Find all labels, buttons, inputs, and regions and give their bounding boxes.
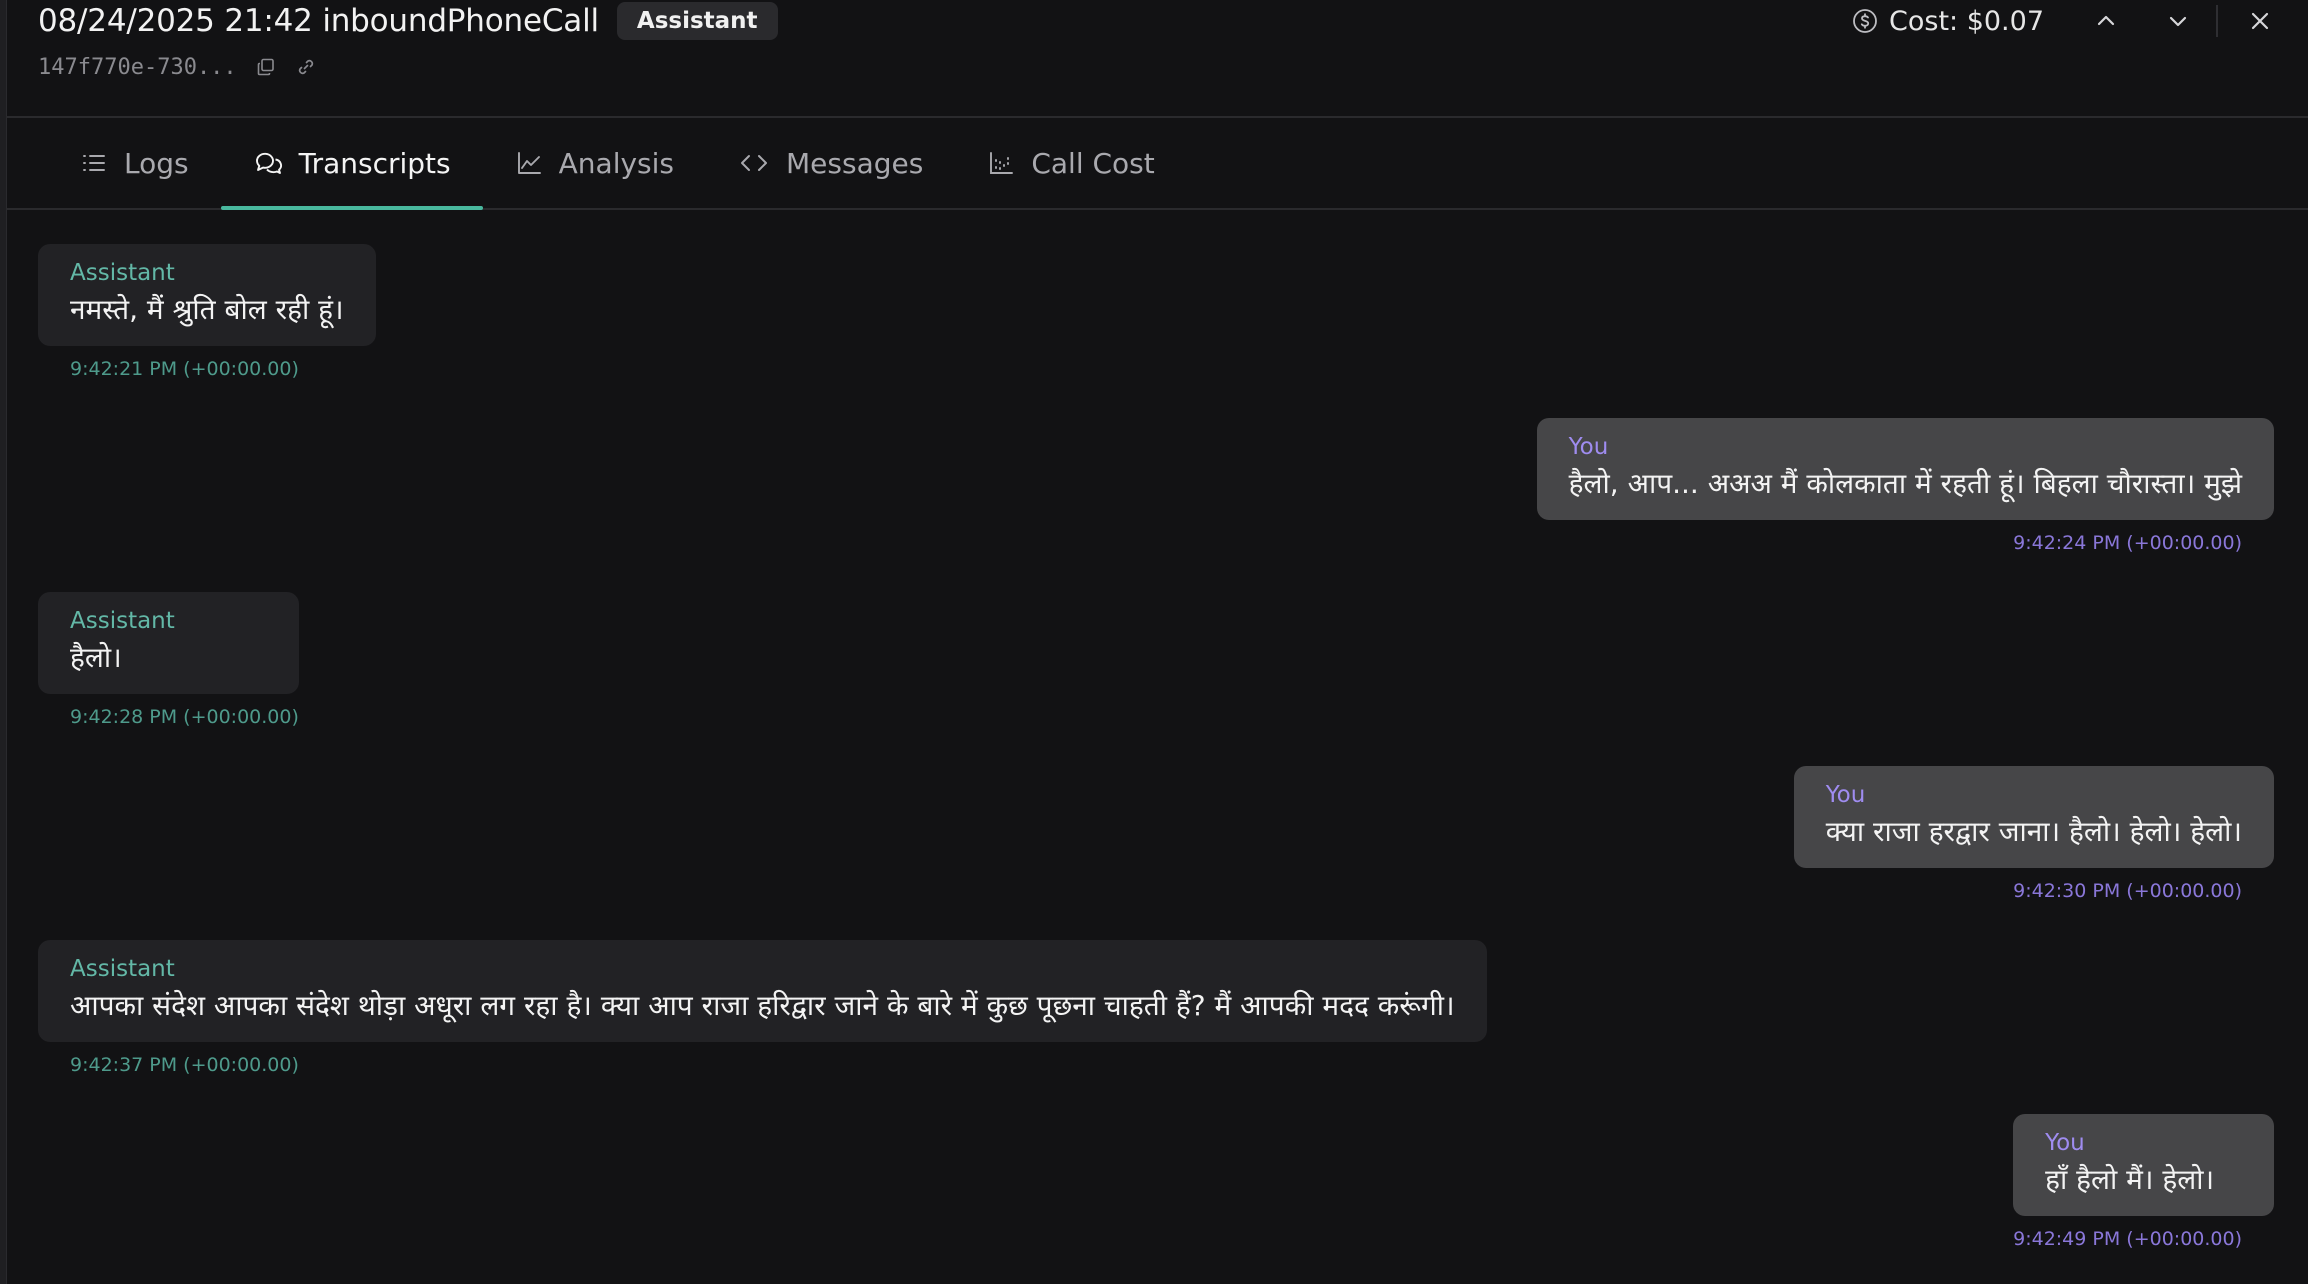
tab-label: Transcripts: [298, 146, 451, 180]
tab-analysis[interactable]: Analysis: [483, 118, 706, 208]
message-text: नमस्ते, मैं श्रुति बोल रही हूं।: [70, 293, 344, 326]
tab-label: Analysis: [558, 146, 675, 180]
tab-messages[interactable]: Messages: [706, 118, 955, 208]
chart-scatter-icon: [990, 152, 1014, 174]
chart-line-icon: [517, 152, 541, 174]
tab-label: Logs: [124, 146, 189, 180]
speaker-label: You: [1825, 782, 1866, 808]
message-text: आपका संदेश आपका संदेश थोड़ा अधूरा लग रहा…: [70, 989, 1455, 1022]
tab-call-cost[interactable]: Call Cost: [955, 118, 1186, 208]
transcript-message: You हैलो, आप... अअअ मैं कोलकाता में रहती…: [1536, 418, 2274, 554]
call-header: 08/24/2025 21:42 inboundPhoneCall Assist…: [6, 0, 2308, 118]
message-bubble: Assistant हैलो।: [38, 592, 299, 694]
close-icon: [2251, 12, 2269, 30]
chevron-up-icon: [2097, 15, 2115, 26]
role-badge: Assistant: [616, 2, 778, 40]
call-detail-panel: 08/24/2025 21:42 inboundPhoneCall Assist…: [0, 0, 2308, 1284]
message-timestamp: 9:42:49 PM (+00:00.00): [2013, 1228, 2242, 1250]
call-id-row: 147f770e-730...: [38, 52, 317, 82]
header-actions: Cost: $0.07: [1851, 0, 2308, 42]
speaker-label: Assistant: [70, 260, 175, 286]
message-timestamp: 9:42:37 PM (+00:00.00): [70, 1054, 299, 1076]
link-icon[interactable]: [295, 56, 317, 78]
message-bubble: You हाँ हैलो मैं। हेलो।: [2013, 1114, 2274, 1216]
list-icon: [83, 155, 105, 171]
message-bubble: Assistant नमस्ते, मैं श्रुति बोल रही हूं…: [38, 244, 376, 346]
call-title: 08/24/2025 21:42 inboundPhoneCall: [38, 3, 599, 39]
message-bubble: Assistant आपका संदेश आपका संदेश थोड़ा अध…: [38, 940, 1487, 1042]
cost-value: Cost: $0.07: [1889, 5, 2044, 37]
header-divider: [2216, 5, 2218, 37]
speaker-label: You: [2045, 1130, 2085, 1156]
message-text: हाँ हैलो मैं। हेलो।: [2045, 1163, 2215, 1196]
dollar-circle-icon: [1853, 9, 1877, 33]
speaker-label: Assistant: [70, 608, 175, 634]
tab-logs[interactable]: Logs: [48, 118, 221, 208]
message-text: हैलो।: [70, 641, 122, 674]
call-id: 147f770e-730...: [38, 54, 237, 80]
speaker-label: You: [1568, 434, 1609, 460]
transcript-message: Assistant नमस्ते, मैं श्रुति बोल रही हूं…: [38, 244, 376, 380]
tab-label: Messages: [786, 146, 924, 180]
transcript-message: You हाँ हैलो मैं। हेलो। 9:42:49 PM (+00:…: [2013, 1114, 2274, 1250]
next-call-button[interactable]: [2150, 0, 2206, 42]
chat-icon: [255, 152, 282, 174]
transcript-message: Assistant आपका संदेश आपका संदेश थोड़ा अध…: [38, 940, 1487, 1076]
message-timestamp: 9:42:30 PM (+00:00.00): [2013, 880, 2242, 902]
previous-call-button[interactable]: [2078, 0, 2134, 42]
tab-label: Call Cost: [1031, 146, 1155, 180]
chevron-down-icon: [2169, 16, 2187, 27]
copy-icon[interactable]: [255, 56, 277, 78]
speaker-label: Assistant: [70, 956, 175, 982]
transcript-list: Assistant नमस्ते, मैं श्रुति बोल रही हूं…: [6, 212, 2308, 1284]
message-timestamp: 9:42:28 PM (+00:00.00): [70, 706, 299, 728]
code-icon: [741, 155, 768, 171]
cost-display: Cost: $0.07: [1851, 6, 2044, 37]
title-row: 08/24/2025 21:42 inboundPhoneCall Assist…: [38, 0, 778, 42]
tab-bar: Logs Transcripts Analysis Messages Call …: [6, 118, 2308, 210]
message-timestamp: 9:42:24 PM (+00:00.00): [2013, 532, 2242, 554]
close-button[interactable]: [2232, 0, 2288, 42]
message-text: हैलो, आप... अअअ मैं कोलकाता में रहती हूं…: [1568, 467, 2242, 500]
message-text: क्या राजा हरद्वार जाना। हैलो। हेलो। हेलो…: [1825, 815, 2242, 848]
transcript-message: You क्या राजा हरद्वार जाना। हैलो। हेलो। …: [1793, 766, 2274, 902]
tab-transcripts[interactable]: Transcripts: [220, 118, 483, 210]
message-bubble: You हैलो, आप... अअअ मैं कोलकाता में रहती…: [1536, 418, 2274, 520]
message-timestamp: 9:42:21 PM (+00:00.00): [70, 358, 299, 380]
message-bubble: You क्या राजा हरद्वार जाना। हैलो। हेलो। …: [1793, 766, 2274, 868]
transcript-message: Assistant हैलो। 9:42:28 PM (+00:00.00): [38, 592, 299, 728]
